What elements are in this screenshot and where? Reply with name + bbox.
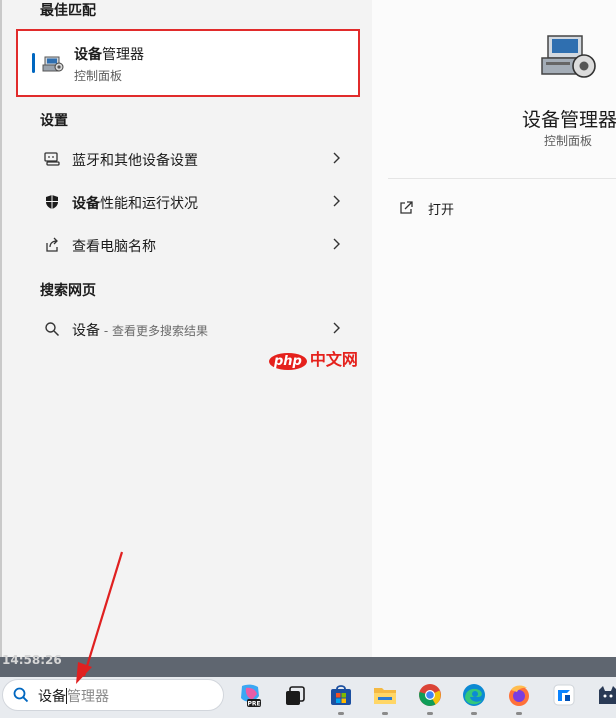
edge-icon[interactable] — [461, 682, 487, 708]
svg-text:PRE: PRE — [247, 701, 260, 708]
chevron-right-icon — [333, 152, 340, 164]
running-indicator — [516, 712, 522, 715]
open-external-icon — [400, 201, 413, 214]
open-action[interactable]: 打开 — [398, 196, 518, 220]
best-match-result[interactable]: 设备管理器 控制面板 — [16, 29, 360, 97]
detail-title: 设备管理器 — [522, 109, 616, 131]
settings-item-label: 查看电脑名称 — [72, 239, 156, 255]
detail-subtitle: 控制面板 — [544, 134, 593, 148]
web-search-heading: 搜索网页 — [40, 283, 96, 299]
web-search-item[interactable]: 设备 - 查看更多搜索结果 — [16, 309, 360, 349]
copilot-pre-icon[interactable]: PRE — [237, 682, 263, 708]
selection-indicator — [32, 53, 35, 73]
site-watermark: php 中文网 — [269, 346, 358, 370]
device-manager-icon — [42, 56, 64, 72]
chevron-right-icon — [333, 322, 340, 334]
settings-item-bluetooth[interactable]: 蓝牙和其他设备设置 — [16, 139, 360, 179]
detail-divider — [388, 178, 616, 179]
open-label: 打开 — [428, 203, 455, 218]
shield-icon — [46, 195, 58, 209]
running-indicator — [471, 712, 477, 715]
best-match-title: 设备管理器 — [74, 47, 144, 63]
best-match-heading: 最佳匹配 — [40, 3, 96, 19]
share-icon — [46, 237, 58, 252]
chrome-icon[interactable] — [417, 682, 443, 708]
desktop-clock: 14:58:26 — [2, 653, 62, 667]
settings-item-pc-name[interactable]: 查看电脑名称 — [16, 225, 360, 265]
taskbar-search-input[interactable] — [2, 679, 224, 711]
running-indicator — [427, 712, 433, 715]
app-icon[interactable] — [551, 682, 577, 708]
file-explorer-icon[interactable] — [372, 682, 398, 708]
bluetooth-devices-icon — [44, 152, 60, 166]
running-indicator — [382, 712, 388, 715]
search-query: 设备管理器 — [38, 688, 109, 705]
chevron-right-icon — [333, 238, 340, 250]
window-edge — [0, 0, 2, 657]
firefox-icon[interactable] — [506, 682, 532, 708]
best-match-subtitle: 控制面板 — [74, 69, 123, 83]
settings-item-label: 设备性能和运行状况 — [72, 196, 198, 212]
search-icon — [13, 687, 29, 703]
web-search-label: 设备 - 查看更多搜索结果 — [72, 323, 208, 339]
detail-panel — [372, 0, 616, 657]
device-manager-large-icon — [541, 35, 596, 78]
settings-heading: 设置 — [40, 113, 68, 129]
chevron-right-icon — [333, 195, 340, 207]
running-indicator — [338, 712, 344, 715]
task-view-icon[interactable] — [282, 682, 308, 708]
cat-app-icon[interactable] — [596, 682, 616, 708]
settings-item-label: 蓝牙和其他设备设置 — [72, 153, 198, 169]
desktop-background — [0, 657, 616, 677]
microsoft-store-icon[interactable] — [328, 682, 354, 708]
search-icon — [45, 322, 60, 337]
settings-item-device-health[interactable]: 设备性能和运行状况 — [16, 182, 360, 222]
